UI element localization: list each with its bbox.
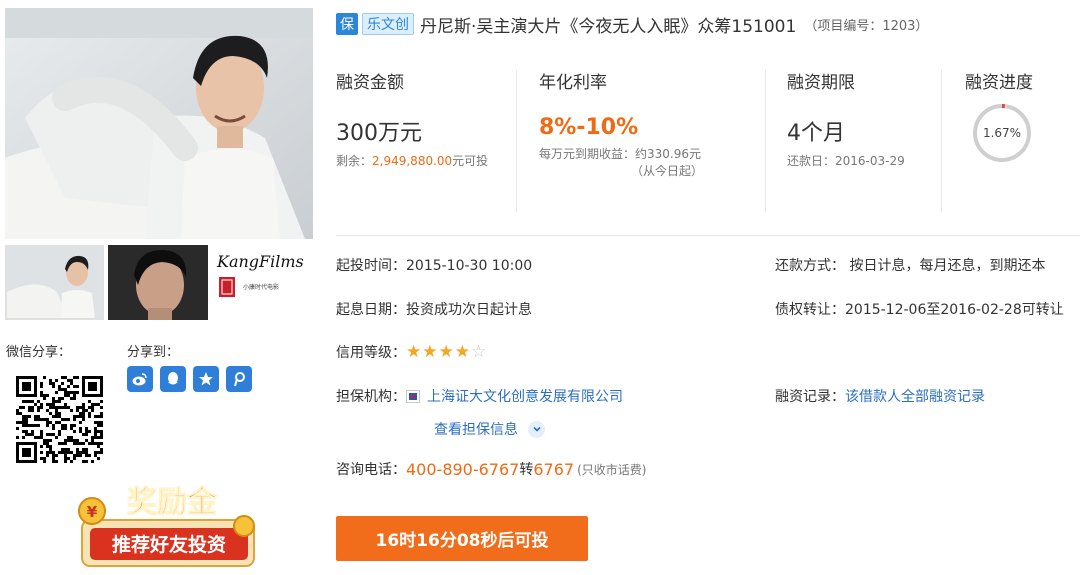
divider: [516, 70, 517, 212]
record-link[interactable]: 该借款人全部融资记录: [845, 386, 985, 406]
share-icons: [127, 366, 252, 392]
rate-label: 年化利率: [539, 73, 607, 93]
weibo-icon[interactable]: [127, 366, 153, 392]
thumbnail-1[interactable]: [5, 245, 104, 320]
transfer-info: 债权转让：2015-12-06至2016-02-28可转让: [775, 302, 1064, 318]
stat-term: 融资期限 4个月 还款日：2016-03-29: [787, 68, 905, 170]
star-icon: ★: [406, 342, 423, 362]
progress-ring: 1.67%: [972, 103, 1032, 163]
reward-banner[interactable]: ¥ 奖励金 推荐好友投资: [70, 476, 262, 572]
qzone-icon[interactable]: [193, 366, 219, 392]
phone-note: (只收市话费): [577, 462, 647, 477]
record-label: 融资记录：: [775, 389, 845, 405]
stat-amount: 融资金额 300万元 剩余：2,949,880.00元可投: [336, 68, 488, 170]
thumbnail-2[interactable]: [108, 245, 208, 320]
qq-icon[interactable]: [160, 366, 186, 392]
svg-text:¥: ¥: [87, 503, 98, 521]
phone-number: 400-890-6767: [406, 459, 520, 479]
term-value: 4个月: [787, 121, 845, 146]
divider: [765, 70, 766, 212]
svg-text:KangFilms: KangFilms: [216, 252, 304, 271]
guarantor-flag-icon: [406, 389, 420, 403]
project-title: 丹尼斯·吴主演大片《今夜无人入眠》众筹151001: [420, 16, 797, 37]
stat-rate: 年化利率 8%-10% 每万元到期收益：约330.96元 （从今日起）: [539, 68, 703, 180]
divider: [941, 70, 942, 212]
financing-record: 融资记录： 该借款人全部融资记录: [775, 386, 985, 406]
amount-remaining: 剩余：2,949,880.00元可投: [336, 154, 489, 168]
tencent-weibo-icon[interactable]: [226, 366, 252, 392]
credit-stars: ★★★★☆: [406, 342, 487, 362]
reward-title: 奖励金: [127, 485, 218, 520]
progress-label: 融资进度: [965, 73, 1033, 93]
phone-ext-label: 转: [519, 462, 534, 478]
project-main-photo: [5, 8, 313, 239]
repay-method: 还款方式： 按日计息，每月还息，到期还本: [775, 258, 1046, 274]
remaining-value: 2,949,880.00: [372, 154, 453, 168]
guarantor-link[interactable]: 上海证大文化创意发展有限公司: [427, 386, 623, 406]
rate-value: 8%-10%: [539, 115, 639, 140]
interest-date: 起息日期：投资成功次日起计息: [336, 302, 532, 318]
wechat-share-label: 微信分享：: [6, 345, 72, 360]
term-label: 融资期限: [787, 73, 855, 93]
stat-progress: 融资进度: [965, 68, 1033, 93]
star-icon: ☆: [471, 342, 488, 362]
project-title-row: 保 乐文创 丹尼斯·吴主演大片《今夜无人入眠》众筹151001 （项目编号：12…: [336, 12, 929, 37]
section-divider: [336, 235, 1080, 236]
guarantor: 担保机构： 上海证大文化创意发展有限公司: [336, 386, 623, 406]
phone-row: 咨询电话： 400-890-6767 转 6767 (只收市话费): [336, 459, 646, 479]
amount-label: 融资金额: [336, 73, 404, 93]
guarantor-label: 担保机构：: [336, 389, 406, 405]
start-time: 起投时间：2015-10-30 10:00: [336, 258, 533, 274]
phone-label: 咨询电话：: [336, 462, 406, 478]
star-icon: ★: [422, 342, 439, 362]
logo-sub-text: 小康时代电影: [243, 283, 279, 291]
credit-rating: 信用等级： ★★★★☆: [336, 342, 487, 362]
category-badge[interactable]: 乐文创: [362, 13, 414, 35]
wechat-qr-code: [16, 376, 103, 463]
share-to-label: 分享到：: [127, 345, 180, 360]
guarantor-info-link[interactable]: 查看担保信息: [434, 419, 518, 439]
reward-subtitle: 推荐好友投资: [112, 533, 226, 556]
guarantor-info-toggle[interactable]: 查看担保信息: [434, 419, 545, 439]
star-icon: ★: [454, 342, 471, 362]
chevron-down-icon[interactable]: [528, 420, 545, 438]
progress-value: 1.67%: [983, 126, 1021, 140]
thumbnail-3-logo[interactable]: KangFilms 小康时代电影: [213, 245, 313, 320]
amount-value: 300万元: [336, 121, 422, 146]
phone-ext: 6767: [533, 459, 575, 479]
star-icon: ★: [438, 342, 455, 362]
guarantee-badge: 保: [336, 13, 358, 35]
repay-date: 还款日：2016-03-29: [787, 154, 905, 168]
invest-countdown-button[interactable]: 16时16分08秒后可投: [336, 516, 588, 561]
rate-note: 每万元到期收益：约330.96元 （从今日起）: [539, 147, 704, 178]
credit-label: 信用等级：: [336, 345, 406, 361]
project-number: （项目编号：1203）: [804, 18, 929, 34]
